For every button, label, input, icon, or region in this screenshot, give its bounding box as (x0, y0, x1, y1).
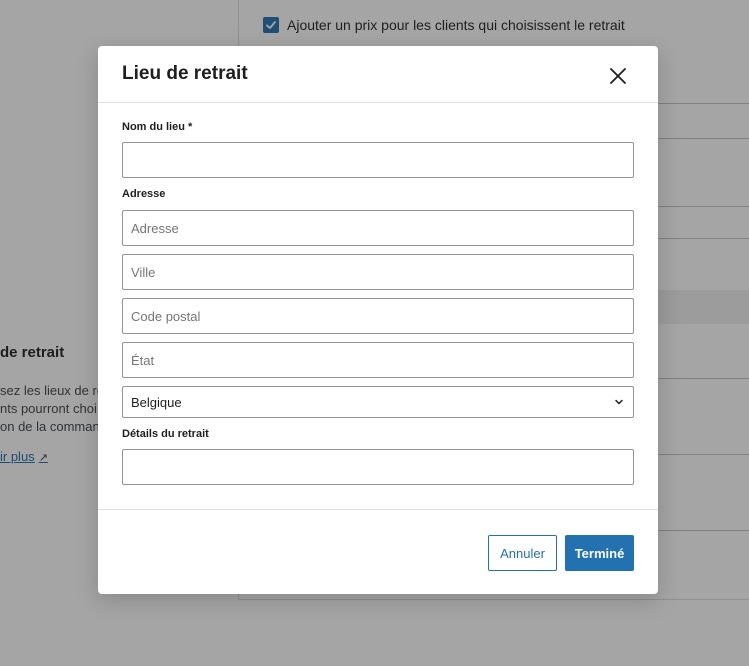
pickup-location-modal: Lieu de retrait Nom du lieu * Adresse Be… (98, 46, 658, 594)
location-name-input[interactable] (122, 142, 634, 178)
close-icon[interactable] (606, 64, 630, 88)
address-section-label: Adresse (122, 188, 166, 200)
city-input[interactable] (122, 254, 634, 290)
cancel-button[interactable]: Annuler (488, 535, 557, 571)
location-name-label: Nom du lieu * (122, 121, 193, 133)
modal-header: Lieu de retrait (98, 46, 658, 103)
modal-footer: Annuler Terminé (98, 509, 658, 594)
address-input[interactable] (122, 210, 634, 246)
pickup-details-label: Détails du retrait (122, 428, 209, 440)
close-button[interactable] (606, 64, 630, 88)
country-select[interactable]: Belgique (122, 386, 634, 418)
state-input[interactable] (122, 342, 634, 378)
country-select-value: Belgique (131, 394, 182, 410)
chevron-down-icon (615, 399, 623, 405)
done-button[interactable]: Terminé (565, 535, 634, 571)
modal-title: Lieu de retrait (122, 63, 248, 84)
postal-code-input[interactable] (122, 298, 634, 334)
pickup-details-input[interactable] (122, 449, 634, 485)
